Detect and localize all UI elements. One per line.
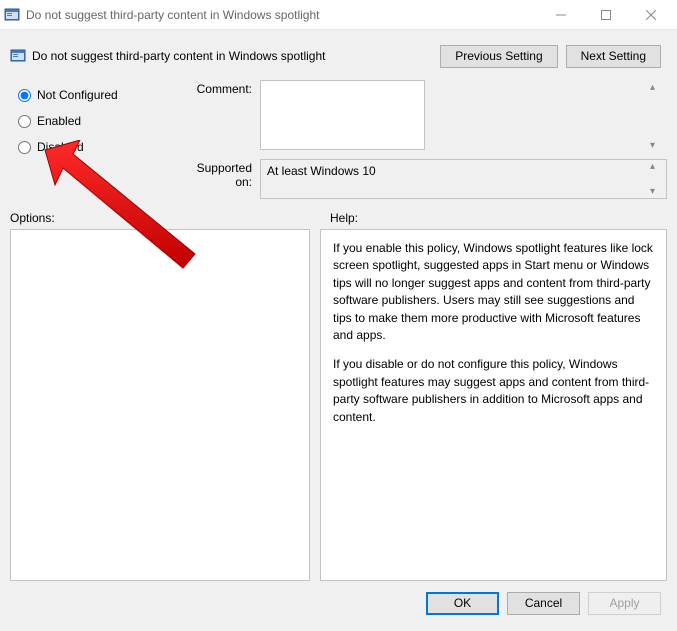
fields-column: Comment: ▴▾ Supported on: At least Windo… [178,80,667,205]
config-row: Not Configured Enabled Disabled Comment:… [10,80,667,205]
header-row: Do not suggest third-party content in Wi… [10,36,667,76]
help-paragraph: If you disable or do not configure this … [333,356,654,426]
radio-disabled-input[interactable] [18,141,31,154]
comment-label: Comment: [178,80,260,153]
options-label: Options: [10,211,330,225]
state-radio-group: Not Configured Enabled Disabled [10,80,178,205]
comment-textarea[interactable] [260,80,425,150]
radio-disabled-label: Disabled [37,140,84,154]
policy-icon [4,7,20,23]
mid-labels: Options: Help: [10,211,667,225]
options-pane [10,229,310,581]
radio-enabled-label: Enabled [37,114,81,128]
policy-icon [10,48,26,64]
previous-setting-button[interactable]: Previous Setting [440,45,557,68]
policy-title: Do not suggest third-party content in Wi… [32,49,440,63]
supported-on-text: At least Windows 10 [267,164,376,178]
close-button[interactable] [628,1,673,29]
apply-button[interactable]: Apply [588,592,661,615]
radio-not-configured[interactable]: Not Configured [10,82,178,108]
window-titlebar: Do not suggest third-party content in Wi… [0,0,677,30]
cancel-button[interactable]: Cancel [507,592,580,615]
radio-enabled[interactable]: Enabled [10,108,178,134]
client-area: Do not suggest third-party content in Wi… [0,30,677,631]
next-setting-button[interactable]: Next Setting [566,45,661,68]
scroll-arrows-icon: ▴▾ [650,82,665,151]
footer: OK Cancel Apply [10,581,667,625]
radio-not-configured-input[interactable] [18,89,31,102]
radio-disabled[interactable]: Disabled [10,134,178,160]
radio-not-configured-label: Not Configured [37,88,118,102]
minimize-button[interactable] [538,1,583,29]
radio-enabled-input[interactable] [18,115,31,128]
help-paragraph: If you enable this policy, Windows spotl… [333,240,654,344]
window-title: Do not suggest third-party content in Wi… [26,8,538,22]
help-label: Help: [330,211,358,225]
panes: If you enable this policy, Windows spotl… [10,229,667,581]
help-pane: If you enable this policy, Windows spotl… [320,229,667,581]
maximize-button[interactable] [583,1,628,29]
window-controls [538,1,673,29]
ok-button[interactable]: OK [426,592,499,615]
scroll-arrows-icon: ▴▾ [650,161,665,197]
supported-on-label: Supported on: [178,159,260,199]
supported-on-value: At least Windows 10 [260,159,667,199]
